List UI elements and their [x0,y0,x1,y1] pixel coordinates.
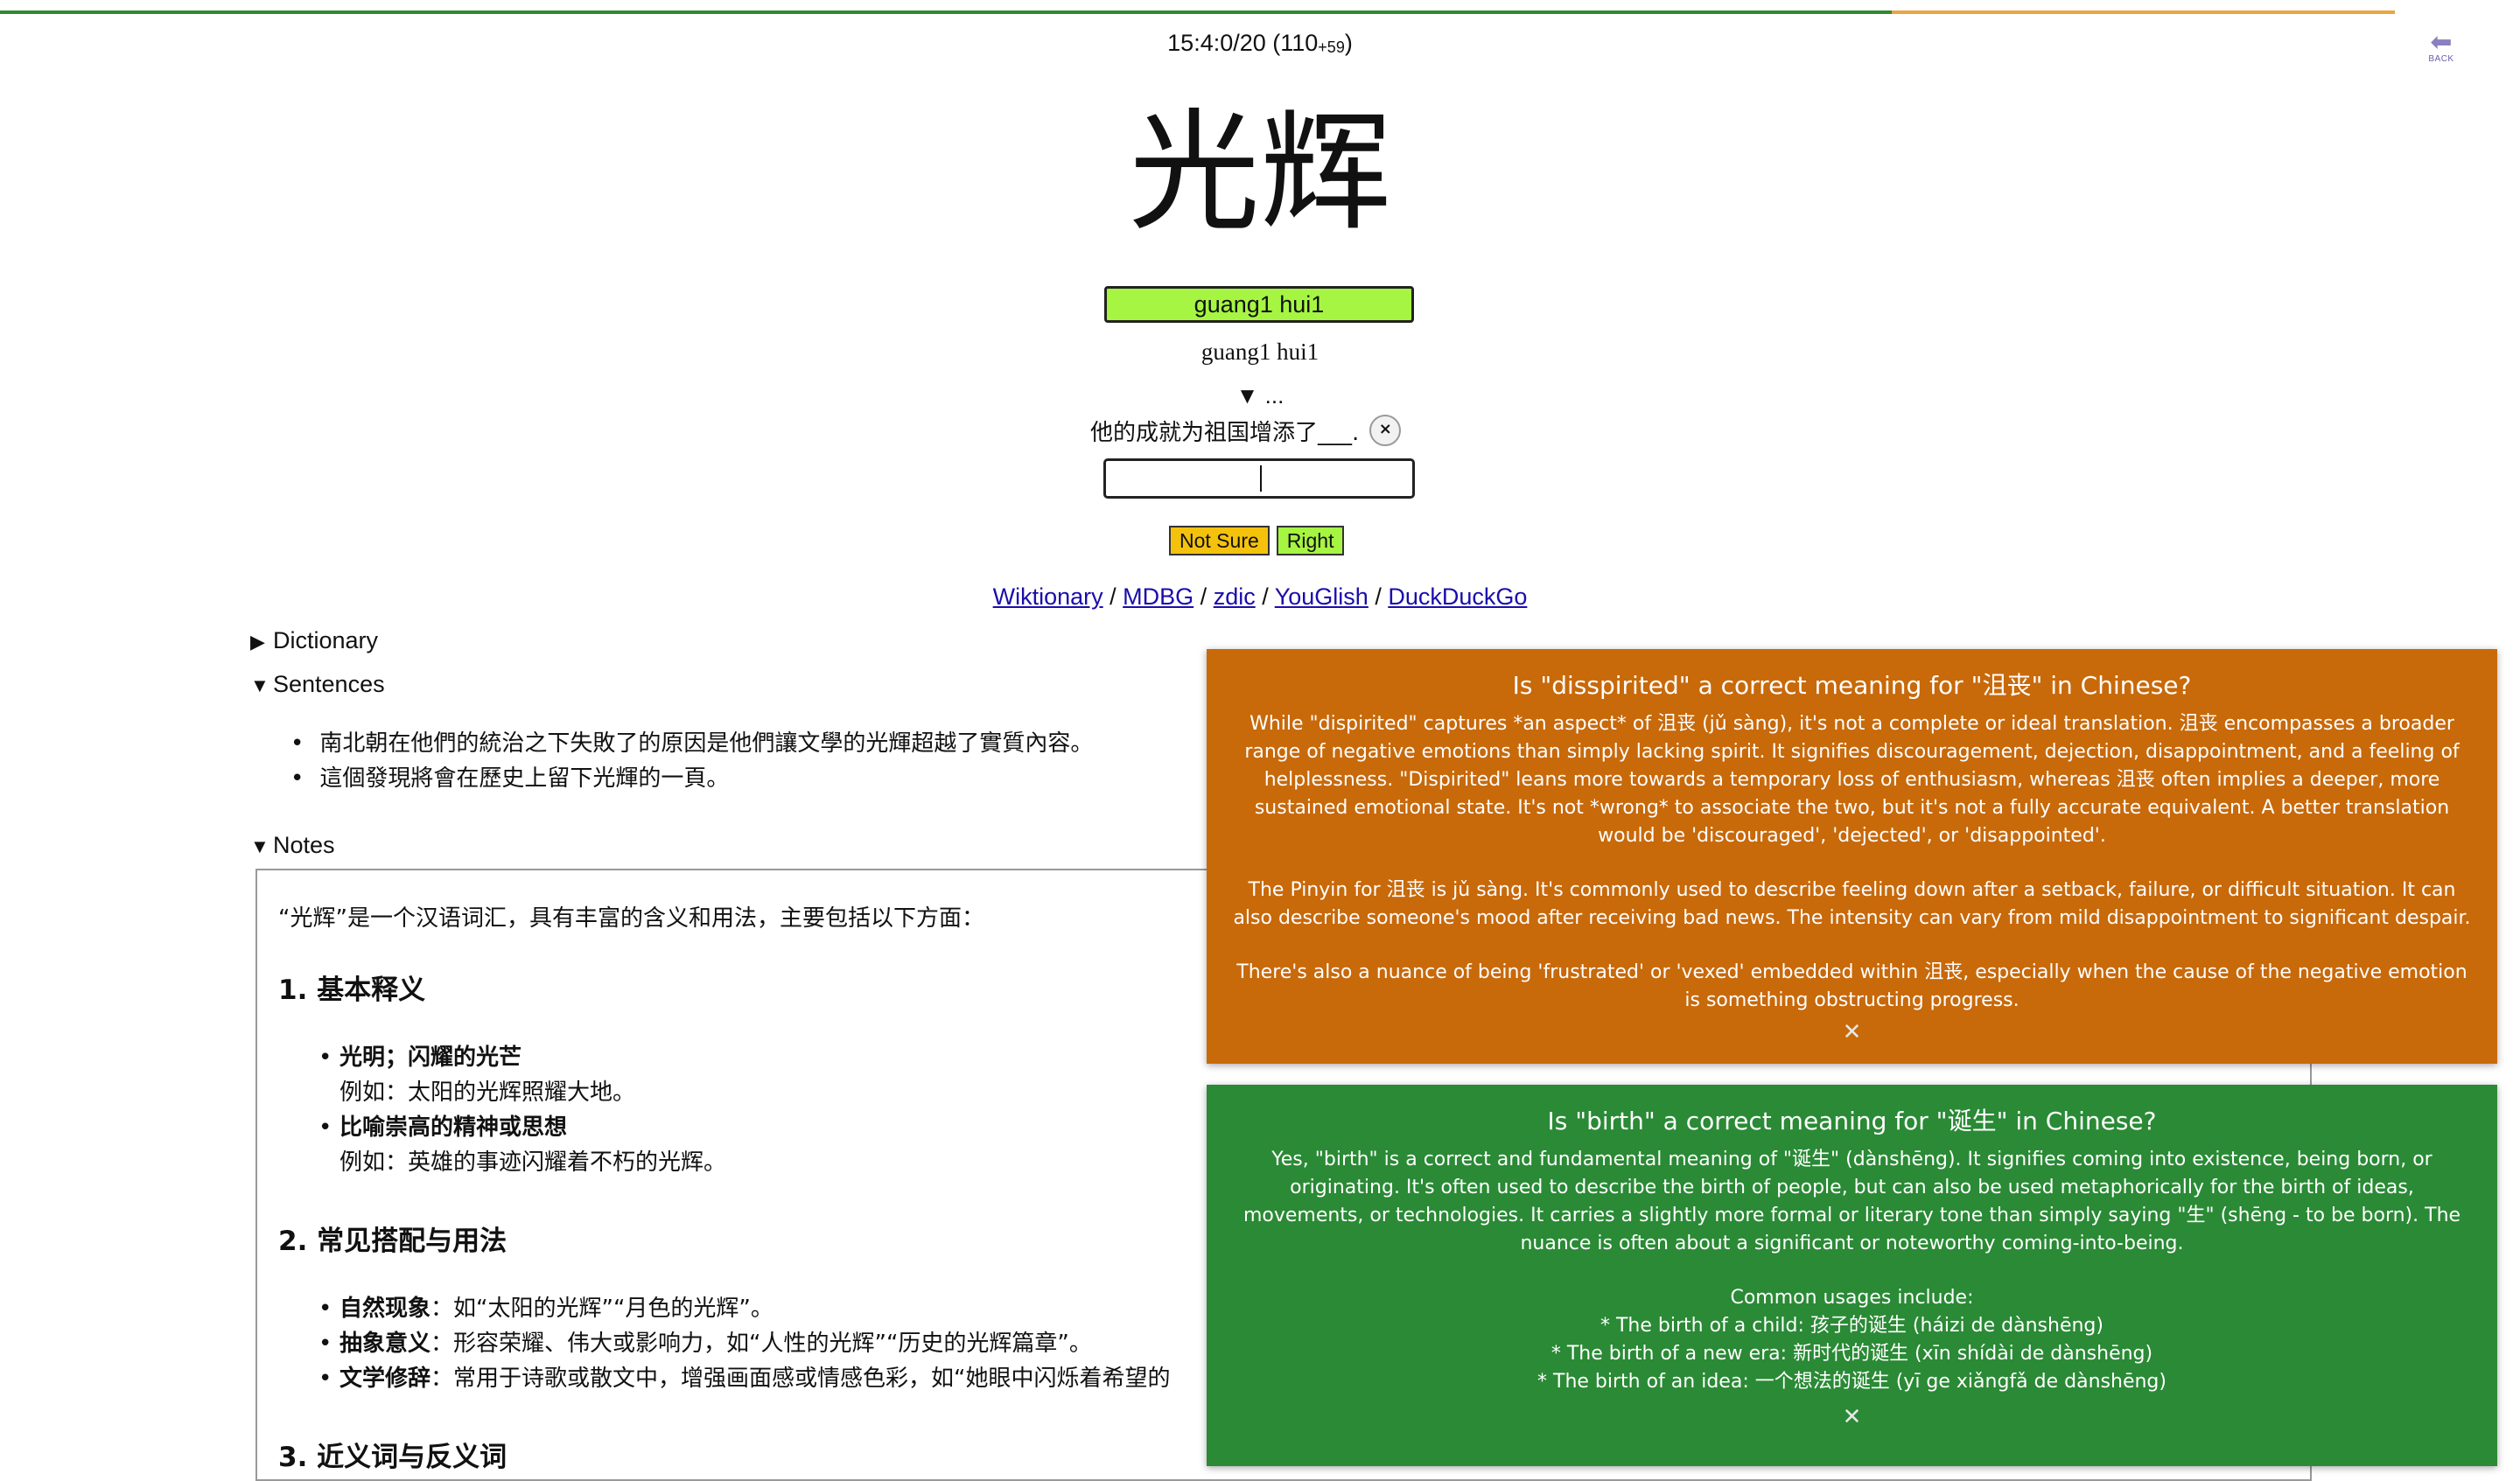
usage-item: * The birth of a child: 孩子的诞生 (háizi de … [1600,1315,2104,1337]
usage-item: * The birth of a new era: 新时代的诞生 (xīn sh… [1550,1343,2153,1365]
usage-item: * The birth of an idea: 一个想法的诞生 (yī ge x… [1537,1371,2166,1393]
sentence-list: 南北朝在他們的統治之下失敗了的原因是他們讓文學的光輝超越了實質內容。 這個發現將… [290,726,1093,796]
link-wiktionary[interactable]: Wiktionary [993,583,1103,610]
close-icon[interactable]: ✕ [1231,1020,2473,1044]
back-arrow-icon: ⬅ [2430,27,2453,58]
grade-buttons: Not Sure Right [1169,526,1345,555]
link-duckduckgo[interactable]: DuckDuckGo [1388,583,1527,610]
section-sentences[interactable]: ▼ Sentences [250,671,385,698]
section-dictionary-label: Dictionary [273,627,379,653]
not-sure-button[interactable]: Not Sure [1169,526,1270,555]
list-item: 南北朝在他們的統治之下失敗了的原因是他們讓文學的光輝超越了實質內容。 [290,726,1093,761]
close-icon[interactable]: ✕ [1231,1405,2473,1429]
right-button[interactable]: Right [1276,526,1345,555]
back-button[interactable]: ⬅ BACK [2422,27,2460,66]
list-item: 這個發現將會在歷史上留下光輝的一頁。 [290,761,1093,796]
pinyin-plain: guang1 hui1 [1200,339,1320,365]
clear-button[interactable]: × [1369,415,1402,446]
progress-bar [0,10,2395,14]
expanded-triangle-icon: ▼ [250,674,270,696]
feedback-popup-disspirited: Is "disspirited" a correct meaning for "… [1207,649,2497,1064]
collapsed-triangle-icon: ▶ [250,631,265,653]
reference-links: Wiktionary / MDBG / zdic / YouGlish / Du… [992,583,1528,610]
section-dictionary[interactable]: ▶ Dictionary [250,627,378,654]
status-extra: +59 [1318,38,1345,56]
popup-paragraph: While "dispirited" captures *an aspect* … [1244,713,2460,847]
popup-paragraph: The Pinyin for 沮丧 is jǔ sàng. It's commo… [1233,879,2471,929]
expanded-triangle-icon: ▼ [250,835,270,857]
popup-paragraph: There's also a nuance of being 'frustrat… [1236,961,2468,1011]
link-mdbg[interactable]: MDBG [1123,583,1194,610]
status-counter: 15:4:0/20 (110+59) [0,30,2520,57]
answer-input[interactable] [1103,458,1415,499]
text-caret [1260,465,1262,492]
popup-paragraph: Yes, "birth" is a correct and fundamenta… [1242,1149,2461,1254]
popup-title: Is "birth" a correct meaning for "诞生" in… [1547,1107,2157,1135]
cloze-row: 他的成就为祖国增添了___. × [1090,413,1402,448]
popup-title: Is "disspirited" a correct meaning for "… [1512,671,2192,700]
status-close: ) [1344,30,1353,56]
feedback-popup-birth: Is "birth" a correct meaning for "诞生" in… [1207,1085,2497,1466]
popup-usages: Common usages include: * The birth of a … [1231,1284,2473,1396]
back-label: BACK [2428,54,2454,64]
section-notes[interactable]: ▼ Notes [250,832,335,859]
word-hanzi: 光辉 [1128,97,1391,249]
usages-title: Common usages include: [1730,1287,1974,1309]
progress-bar-fill [0,10,1893,14]
pinyin-highlight: guang1 hui1 [1104,286,1414,323]
link-youglish[interactable]: YouGlish [1275,583,1368,610]
link-zdic[interactable]: zdic [1214,583,1256,610]
cloze-toggle[interactable]: ▼ ... [0,382,2520,409]
cloze-sentence: 他的成就为祖国增添了___. [1090,419,1360,446]
status-clock: 15:4:0/20 (110 [1167,30,1319,56]
section-notes-label: Notes [273,832,335,858]
section-sentences-label: Sentences [273,671,385,697]
